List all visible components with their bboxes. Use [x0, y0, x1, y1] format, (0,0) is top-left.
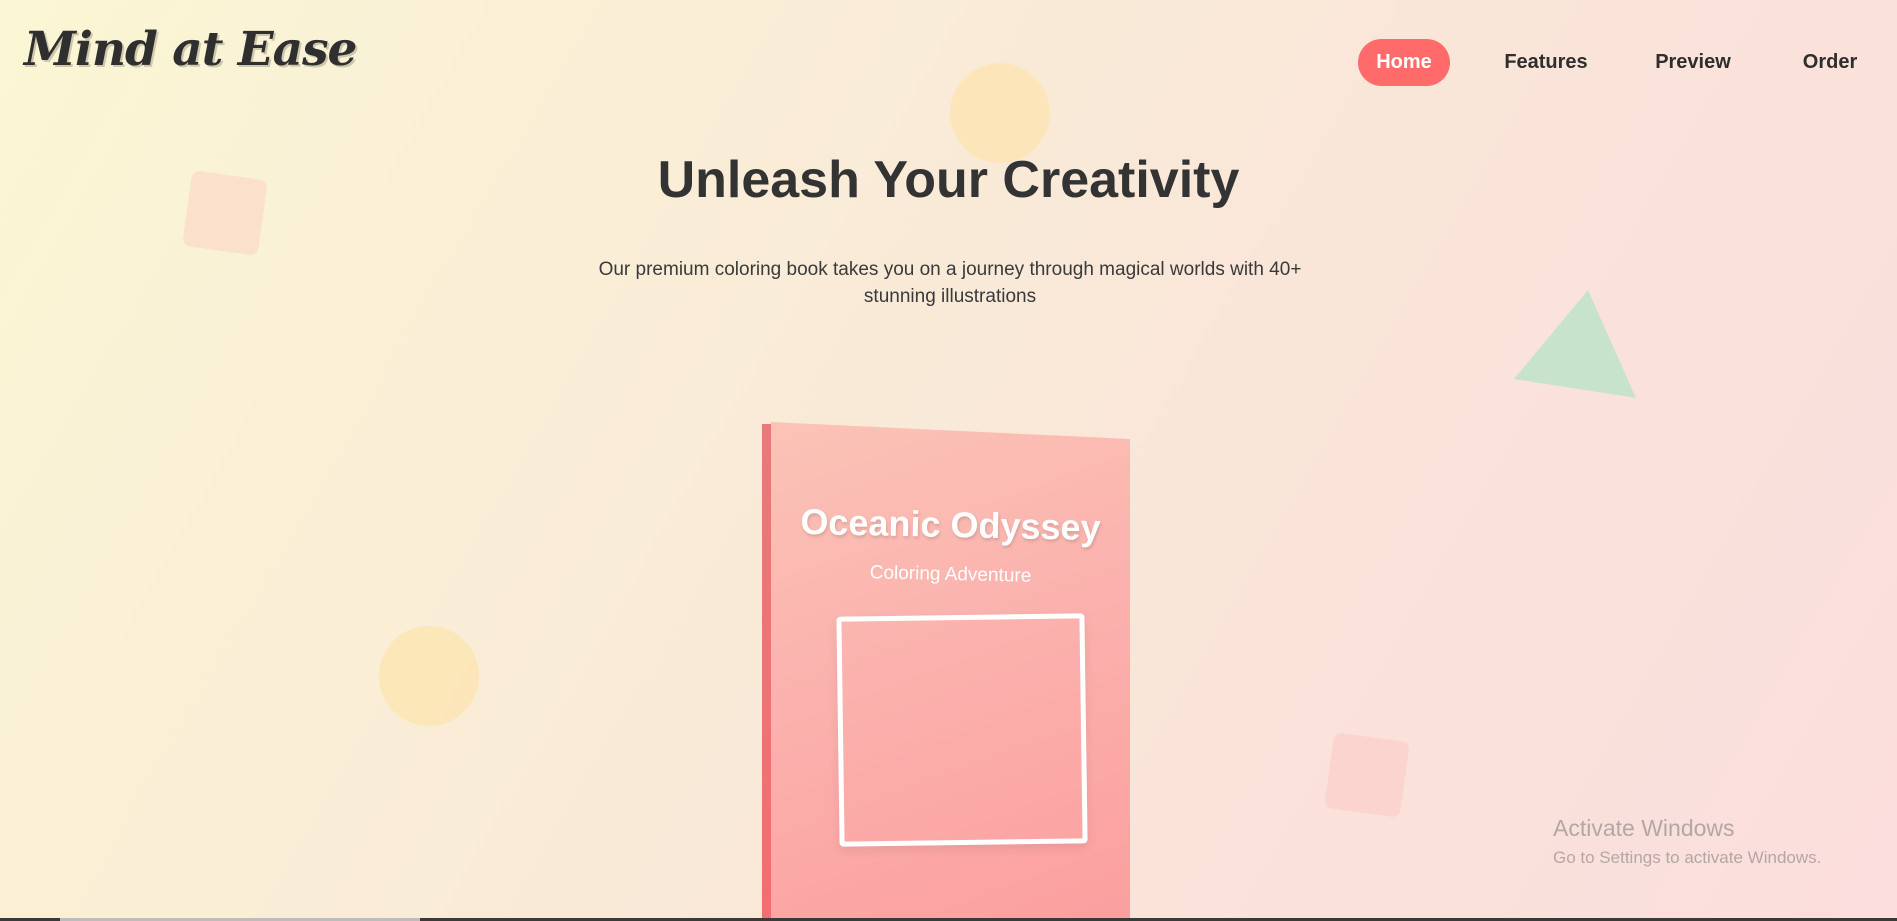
decor-circle-left	[379, 626, 479, 726]
book-cover: Oceanic Odyssey Coloring Adventure	[771, 422, 1130, 921]
nav-order[interactable]: Order	[1795, 39, 1865, 86]
windows-activation-subtitle: Go to Settings to activate Windows.	[1553, 848, 1822, 867]
nav-home[interactable]: Home	[1358, 39, 1450, 86]
windows-activation-title: Activate Windows	[1553, 815, 1735, 841]
decor-square-right	[1324, 732, 1410, 818]
book-illustration-frame	[836, 613, 1088, 847]
nav-preview[interactable]: Preview	[1649, 39, 1737, 86]
hero-title: Unleash Your Creativity	[657, 151, 1240, 209]
nav-features[interactable]: Features	[1494, 39, 1598, 86]
decor-circle-top	[950, 63, 1050, 163]
book-mockup: Oceanic Odyssey Coloring Adventure	[762, 422, 1130, 921]
book-subtitle: Coloring Adventure	[869, 562, 1032, 587]
book-title: Oceanic Odyssey	[800, 500, 1102, 549]
logo[interactable]: Mind at Ease	[24, 22, 357, 77]
decor-triangle	[1514, 290, 1636, 398]
hero-subtitle: Our premium coloring book takes you on a…	[598, 259, 1302, 307]
book-spine	[762, 424, 772, 921]
